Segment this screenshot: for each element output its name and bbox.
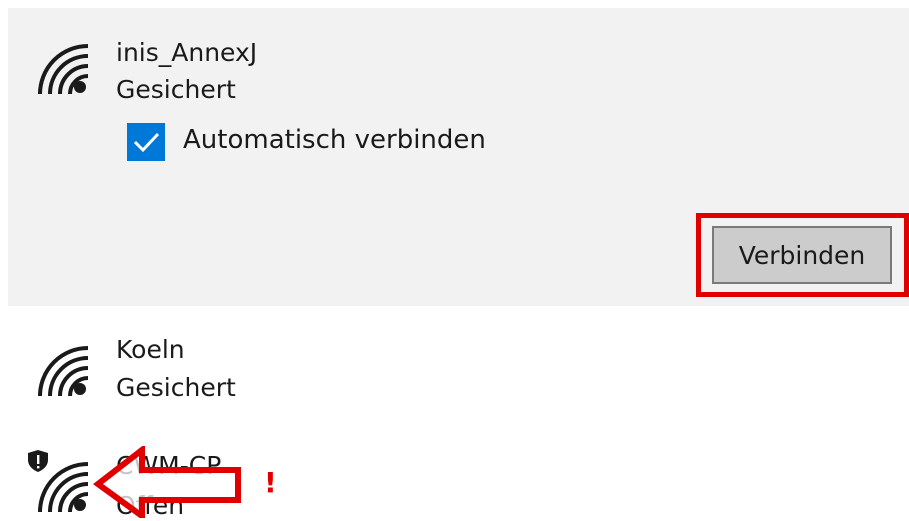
annotation-exclamation: ! (264, 466, 277, 499)
network-ssid[interactable]: Koeln (116, 335, 185, 365)
network-status: Gesichert (116, 373, 236, 402)
network-ssid: inis_AnnexJ (116, 38, 258, 67)
connect-button[interactable]: Verbinden (712, 226, 892, 284)
arrow-left-icon (92, 446, 241, 518)
wifi-signal-icon (38, 44, 89, 95)
network-status: Gesichert (116, 75, 236, 104)
auto-connect-checkbox[interactable] (127, 123, 165, 161)
wifi-signal-icon (38, 346, 89, 397)
auto-connect-label[interactable]: Automatisch verbinden (183, 125, 486, 155)
wifi-signal-icon (38, 462, 89, 513)
checkmark-icon (133, 132, 160, 153)
